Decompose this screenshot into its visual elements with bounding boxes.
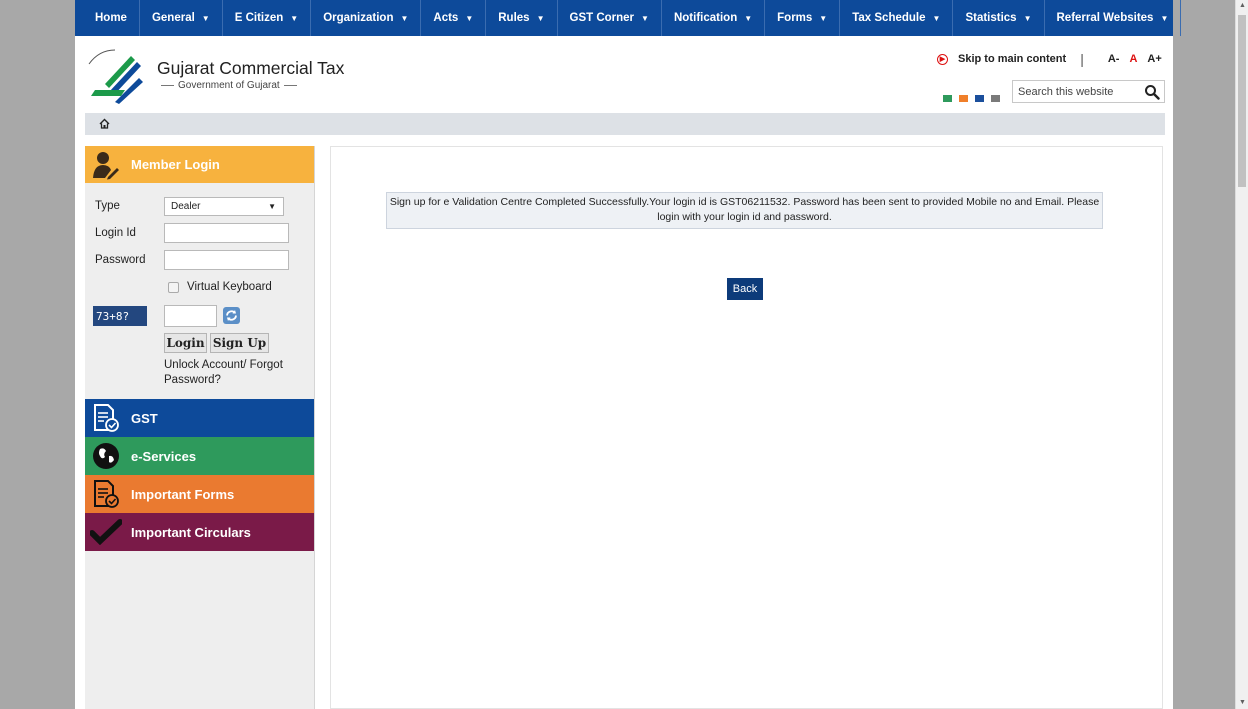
caret-down-icon: ▼ bbox=[465, 13, 474, 23]
document-check-icon bbox=[89, 401, 123, 435]
theme-color-swatches bbox=[943, 95, 1007, 102]
caret-down-icon: ▼ bbox=[201, 13, 210, 23]
page-scrollbar[interactable]: ▲ ▼ bbox=[1235, 0, 1248, 709]
font-size-decrease-button[interactable]: A- bbox=[1108, 53, 1120, 65]
captcha-input[interactable] bbox=[164, 305, 217, 327]
menu-item-important-circulars-label: Important Circulars bbox=[131, 524, 251, 540]
password-label: Password bbox=[95, 254, 146, 266]
captcha-image: 73+8? bbox=[93, 306, 147, 326]
caret-down-icon: ▼ bbox=[290, 13, 299, 23]
nav-item-label: Referral Websites bbox=[1056, 12, 1154, 24]
breadcrumb bbox=[85, 113, 1165, 135]
nav-item-label: Rules bbox=[498, 12, 530, 24]
menu-item-e-services-label: e-Services bbox=[131, 448, 197, 464]
type-label: Type bbox=[95, 200, 120, 212]
nav-item-label: Statistics bbox=[965, 12, 1017, 24]
nav-item-label: Notification bbox=[673, 12, 738, 24]
nav-item-statistics[interactable]: Statistics ▼ bbox=[953, 0, 1045, 36]
separator: | bbox=[1080, 51, 1084, 67]
menu-item-gst[interactable]: GST bbox=[85, 399, 314, 437]
member-login-title: Member Login bbox=[131, 157, 220, 172]
font-size-increase-button[interactable]: A+ bbox=[1147, 53, 1161, 65]
password-input[interactable] bbox=[164, 250, 289, 270]
site-subtitle-text: Government of Gujarat bbox=[178, 80, 280, 91]
page: Home General ▼ E Citizen ▼ Organization ▼ Acts ▼… bbox=[75, 0, 1182, 709]
scroll-thumb[interactable] bbox=[1238, 15, 1246, 187]
nav-item-label: Forms bbox=[777, 12, 813, 24]
nav-item-label: Acts bbox=[433, 12, 459, 24]
caret-down-icon: ▼ bbox=[400, 13, 409, 23]
login-id-label: Login Id bbox=[95, 227, 136, 239]
accessibility-bar: ▶ Skip to main content | A- A A+ bbox=[937, 51, 1162, 67]
theme-swatch-2[interactable] bbox=[959, 95, 968, 102]
nav-item-label: Home bbox=[95, 12, 127, 24]
nav-item-organization[interactable]: Organization ▼ bbox=[311, 0, 422, 36]
type-select-value: Dealer bbox=[171, 201, 201, 212]
nav-item-referral-websites[interactable]: Referral Websites ▼ bbox=[1045, 0, 1182, 36]
caret-down-icon: ▼ bbox=[536, 13, 545, 23]
caret-down-icon: ▼ bbox=[819, 13, 828, 23]
site-subtitle: Government of Gujarat bbox=[157, 80, 301, 91]
theme-swatch-1[interactable] bbox=[943, 95, 952, 102]
nav-item-rules[interactable]: Rules ▼ bbox=[486, 0, 558, 36]
scroll-up-icon[interactable]: ▲ bbox=[1239, 2, 1246, 9]
nav-item-e-citizen[interactable]: E Citizen ▼ bbox=[223, 0, 312, 36]
virtual-keyboard-checkbox[interactable] bbox=[168, 281, 179, 293]
back-button[interactable]: Back bbox=[727, 278, 763, 300]
nav-item-tax-schedule[interactable]: Tax Schedule ▼ bbox=[840, 0, 954, 36]
top-navigation: Home General ▼ E Citizen ▼ Organization ▼ Acts ▼… bbox=[75, 0, 1182, 36]
nav-item-label: Tax Schedule bbox=[852, 12, 926, 24]
form-check-icon bbox=[89, 477, 123, 511]
search-input[interactable] bbox=[1013, 84, 1145, 99]
arrow-circle-icon: ▶ bbox=[937, 53, 948, 65]
nav-item-gst-corner[interactable]: GST Corner ▼ bbox=[558, 0, 662, 36]
scroll-down-icon[interactable]: ▼ bbox=[1239, 699, 1246, 706]
gujarat-commercial-tax-logo[interactable] bbox=[85, 44, 147, 104]
nav-item-label: GST Corner bbox=[569, 12, 635, 24]
nav-item-notification[interactable]: Notification ▼ bbox=[662, 0, 766, 36]
nav-item-label: Organization bbox=[323, 12, 394, 24]
search-box bbox=[1012, 80, 1165, 103]
sidebar: Member Login Type Dealer ▼ Login Id Pass… bbox=[85, 146, 315, 709]
theme-swatch-4[interactable] bbox=[991, 95, 1000, 102]
virtual-keyboard-option: Virtual Keyboard bbox=[168, 281, 272, 293]
login-button[interactable]: Login bbox=[164, 333, 207, 353]
menu-item-important-forms-label: Important Forms bbox=[131, 486, 235, 502]
site-title: Gujarat Commercial Tax bbox=[157, 58, 345, 78]
type-select[interactable]: Dealer ▼ bbox=[164, 197, 284, 216]
caret-down-icon: ▼ bbox=[1160, 13, 1169, 23]
nav-item-home[interactable]: Home bbox=[83, 0, 140, 36]
login-id-input[interactable] bbox=[164, 223, 289, 243]
sign-up-button[interactable]: Sign Up bbox=[210, 333, 269, 353]
nav-item-acts[interactable]: Acts ▼ bbox=[421, 0, 487, 36]
main-content: Sign up for e Validation Centre Complete… bbox=[330, 146, 1163, 709]
nav-item-forms[interactable]: Forms ▼ bbox=[765, 0, 841, 36]
nav-item-label: E Citizen bbox=[234, 12, 284, 24]
skip-to-main-content-link[interactable]: Skip to main content bbox=[958, 53, 1066, 65]
virtual-keyboard-label: Virtual Keyboard bbox=[187, 281, 272, 293]
menu-item-important-forms[interactable]: Important Forms bbox=[85, 475, 314, 513]
caret-down-icon: ▼ bbox=[932, 13, 941, 23]
font-size-normal-button[interactable]: A bbox=[1129, 53, 1137, 65]
home-icon[interactable] bbox=[99, 118, 110, 129]
unlock-account-link[interactable]: Unlock Account/ Forgot Password? bbox=[164, 358, 294, 388]
caret-down-icon: ▼ bbox=[1023, 13, 1032, 23]
user-edit-icon bbox=[93, 151, 119, 179]
nav-item-label: General bbox=[151, 12, 195, 24]
menu-item-e-services[interactable]: e-Services bbox=[85, 437, 314, 475]
menu-item-gst-label: GST bbox=[131, 410, 158, 426]
success-message: Sign up for e Validation Centre Complete… bbox=[386, 192, 1103, 229]
theme-swatch-3[interactable] bbox=[975, 95, 984, 102]
caret-down-icon: ▼ bbox=[744, 13, 753, 23]
menu-item-important-circulars[interactable]: Important Circulars bbox=[85, 513, 314, 551]
member-login-header: Member Login bbox=[85, 146, 314, 183]
nav-item-general[interactable]: General ▼ bbox=[140, 0, 223, 36]
chevron-down-icon: ▼ bbox=[268, 202, 276, 211]
caret-down-icon: ▼ bbox=[641, 13, 649, 23]
search-icon[interactable] bbox=[1144, 84, 1160, 100]
checkmark-icon bbox=[89, 515, 123, 549]
refresh-icon[interactable] bbox=[223, 307, 240, 324]
globe-icon bbox=[89, 439, 123, 473]
